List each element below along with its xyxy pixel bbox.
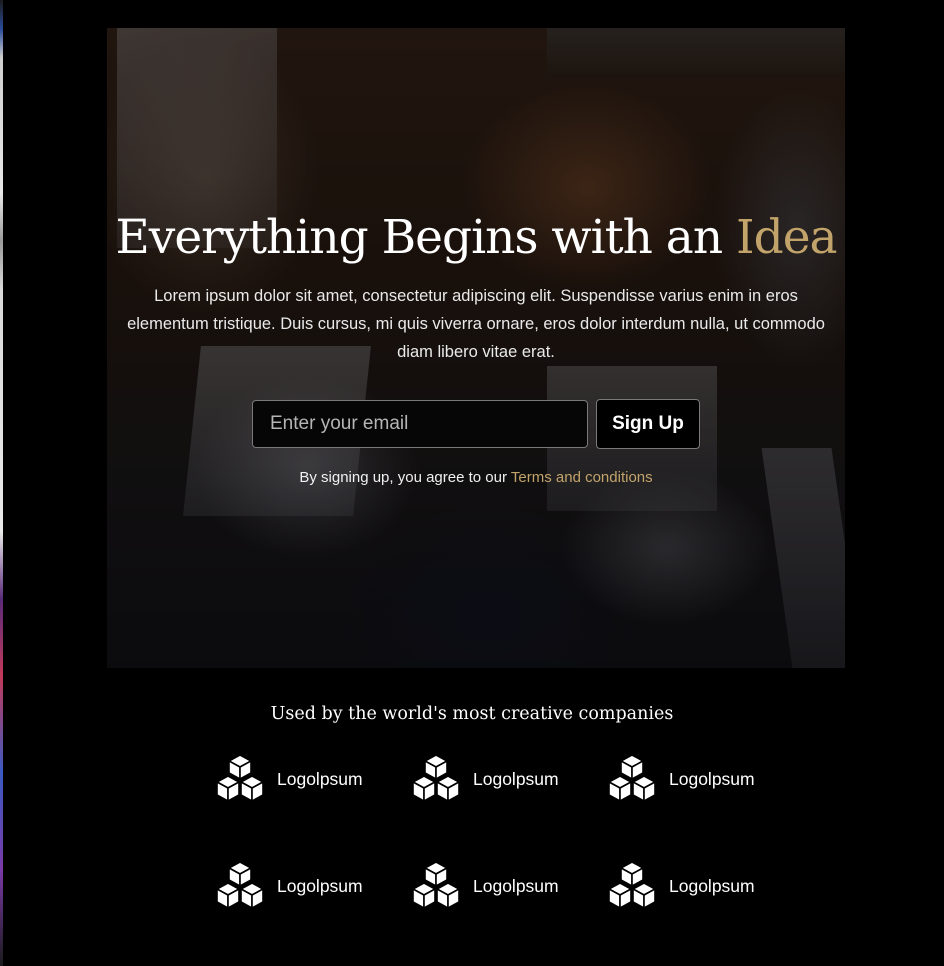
company-logo[interactable]: Logolpsum bbox=[411, 754, 607, 804]
companies-heading: Used by the world's most creative compan… bbox=[270, 704, 674, 724]
company-logo-label: Logolpsum bbox=[473, 875, 559, 896]
email-input[interactable] bbox=[252, 400, 588, 448]
hero-title-accent: Idea bbox=[736, 210, 837, 265]
cubes-icon bbox=[215, 861, 265, 911]
company-logo[interactable]: Logolpsum bbox=[215, 861, 411, 911]
terms-prefix: By signing up, you agree to our bbox=[299, 469, 507, 486]
page: Everything Begins with an Idea Lorem ips… bbox=[0, 0, 944, 966]
hero-section: Everything Begins with an Idea Lorem ips… bbox=[107, 28, 845, 668]
hero-description: Lorem ipsum dolor sit amet, consectetur … bbox=[127, 287, 825, 361]
signup-form: Sign Up bbox=[107, 399, 845, 449]
hero-title-main: Everything Begins with an bbox=[115, 210, 723, 265]
cubes-icon bbox=[607, 754, 657, 804]
company-logo[interactable]: Logolpsum bbox=[607, 861, 767, 911]
terms-link[interactable]: Terms and conditions bbox=[511, 469, 653, 486]
company-logo[interactable]: Logolpsum bbox=[215, 754, 411, 804]
cubes-icon bbox=[411, 754, 461, 804]
company-logo-label: Logolpsum bbox=[277, 875, 363, 896]
company-logo-label: Logolpsum bbox=[473, 768, 559, 789]
company-logo-label: Logolpsum bbox=[669, 875, 755, 896]
cubes-icon bbox=[215, 754, 265, 804]
company-logo[interactable]: Logolpsum bbox=[411, 861, 607, 911]
company-logo-grid: Logolpsum Logolpsum Logolpsum Logolpsum … bbox=[215, 754, 775, 911]
hero-content: Everything Begins with an Idea Lorem ips… bbox=[107, 208, 845, 486]
company-logo-label: Logolpsum bbox=[669, 768, 755, 789]
terms-notice: By signing up, you agree to our Terms an… bbox=[107, 469, 845, 486]
company-logo-label: Logolpsum bbox=[277, 768, 363, 789]
sign-up-button[interactable]: Sign Up bbox=[596, 399, 700, 449]
cubes-icon bbox=[411, 861, 461, 911]
background-window-strip bbox=[0, 0, 3, 966]
cubes-icon bbox=[607, 861, 657, 911]
hero-title: Everything Begins with an Idea bbox=[107, 208, 845, 268]
company-logo[interactable]: Logolpsum bbox=[607, 754, 767, 804]
